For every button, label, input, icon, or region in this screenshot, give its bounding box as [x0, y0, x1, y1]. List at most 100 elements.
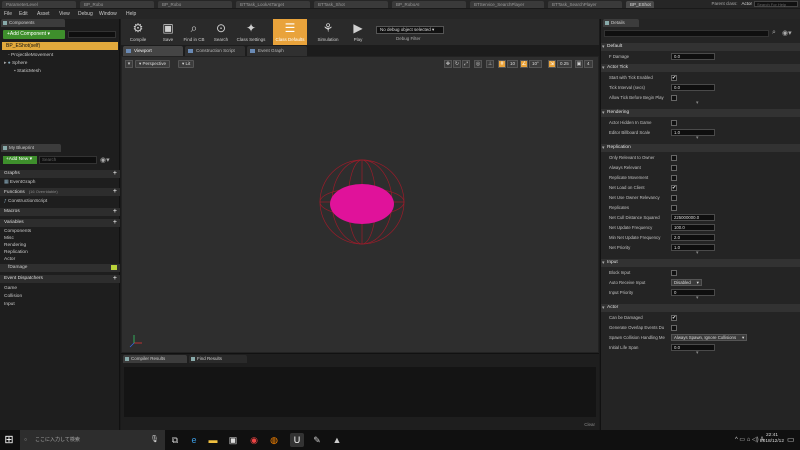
function-item[interactable]: ƒ ConstructionScript: [4, 198, 47, 205]
component-item[interactable]: ◦ ProjectileMovement: [8, 52, 53, 60]
functions-section-header[interactable]: Functions (16 Overridable) +: [0, 188, 120, 196]
menu-item-file[interactable]: File: [4, 9, 12, 19]
variable-group[interactable]: Rendering: [4, 242, 26, 249]
doc-tab[interactable]: BP_Robo: [158, 1, 232, 8]
menu-item-asset[interactable]: Asset: [37, 9, 50, 19]
property-checkbox[interactable]: [671, 195, 677, 201]
variable-group[interactable]: Components: [4, 228, 31, 235]
variables-section-header[interactable]: Variables +: [0, 219, 120, 227]
property-checkbox[interactable]: [671, 270, 677, 276]
add-macro-icon[interactable]: +: [113, 208, 117, 216]
microphone-icon[interactable]: 🎙: [150, 430, 159, 450]
property-field[interactable]: 1.0: [671, 244, 715, 251]
parent-class-value[interactable]: Actor: [741, 1, 752, 6]
menu-item-edit[interactable]: Edit: [19, 9, 28, 19]
details-section-header[interactable]: Actor: [601, 304, 800, 312]
store-icon[interactable]: ▣: [226, 433, 240, 447]
viewport[interactable]: ▾ ▾ Perspective ▾ Lit ✥ ↻ ⤢ ◎ ⊥ # 10 ∠ 1…: [121, 56, 599, 353]
property-checkbox[interactable]: [671, 120, 677, 126]
view-options-icon[interactable]: ◉▾: [100, 156, 110, 164]
add-new-button[interactable]: +Add New ▾: [3, 156, 37, 164]
class-defaults-button[interactable]: ☰ Class Defaults: [273, 19, 307, 45]
details-search-input[interactable]: [604, 30, 769, 37]
property-field[interactable]: 225000000.0: [671, 214, 715, 221]
details-section-header[interactable]: Actor Tick: [601, 64, 800, 72]
components-search-input[interactable]: [68, 31, 116, 38]
property-field[interactable]: 1.0: [671, 129, 715, 136]
advanced-expand-icon[interactable]: ▾: [696, 135, 699, 141]
property-checkbox[interactable]: [671, 95, 677, 101]
dispatcher-group[interactable]: Collision: [4, 293, 22, 300]
add-variable-icon[interactable]: +: [113, 219, 117, 227]
component-self-item[interactable]: BP_EShot(self): [2, 42, 118, 50]
simulation-button[interactable]: ⚘ Simulation: [313, 19, 343, 45]
variable-group[interactable]: Replication: [4, 249, 28, 256]
sphere-mesh[interactable]: [330, 184, 394, 224]
details-section-header[interactable]: Rendering: [601, 109, 800, 117]
search-button[interactable]: ⊙ Search: [206, 19, 236, 45]
advanced-expand-icon[interactable]: ▾: [696, 100, 699, 106]
event-dispatchers-section-header[interactable]: Event Dispatchers +: [0, 275, 120, 283]
windows-start-icon[interactable]: ⊞: [2, 433, 16, 447]
dispatcher-group[interactable]: Game: [4, 285, 17, 292]
taskbar-search-input[interactable]: ○ ここに入力して検索 🎙: [20, 430, 165, 450]
photos-icon[interactable]: ▲: [330, 433, 344, 447]
task-view-icon[interactable]: ⧉: [168, 433, 182, 447]
tab-viewport[interactable]: Viewport: [123, 46, 183, 56]
doc-tab[interactable]: BTTask_Shot: [314, 1, 388, 8]
chrome-icon[interactable]: ◉: [247, 433, 261, 447]
advanced-expand-icon[interactable]: ▾: [696, 350, 699, 356]
dispatcher-group[interactable]: Input: [4, 301, 15, 308]
property-dropdown[interactable]: Disabled: [671, 279, 702, 286]
doc-tab[interactable]: BTService_SearchPlayer: [470, 1, 544, 8]
debug-object-select[interactable]: No debug object selected ▾: [376, 26, 444, 34]
float-type-icon[interactable]: [111, 265, 117, 270]
property-field[interactable]: 0.0: [671, 344, 715, 351]
advanced-expand-icon[interactable]: ▾: [696, 295, 699, 301]
unreal-icon[interactable]: U: [290, 433, 304, 447]
property-checkbox[interactable]: ✔: [671, 185, 677, 191]
doc-tab[interactable]: ParameterLevel: [2, 1, 76, 8]
tab-event-graph[interactable]: Event Graph: [247, 46, 307, 56]
graphs-section-header[interactable]: Graphs +: [0, 170, 120, 178]
search-icon[interactable]: ⌕: [772, 29, 776, 37]
tab-find-results[interactable]: Find Results: [189, 355, 247, 363]
app-icon[interactable]: ✎: [310, 433, 324, 447]
property-field[interactable]: 0: [671, 289, 715, 296]
property-checkbox[interactable]: ✔: [671, 315, 677, 321]
doc-tab[interactable]: BTTask_SearchPlayer: [548, 1, 622, 8]
add-component-button[interactable]: +Add Component ▾: [3, 30, 65, 39]
notification-icon[interactable]: ▭: [787, 433, 797, 447]
clear-button[interactable]: Clear: [584, 422, 595, 427]
class-settings-button[interactable]: ✦ Class Settings: [234, 19, 268, 45]
property-dropdown[interactable]: Always Spawn, Ignore Collisions: [671, 334, 748, 341]
components-tab[interactable]: Components: [1, 19, 65, 27]
doc-tab[interactable]: BP_RoboAI: [392, 1, 466, 8]
details-section-header[interactable]: Default: [601, 43, 800, 51]
graph-item[interactable]: ▦ EventGraph: [4, 179, 35, 186]
details-section-header[interactable]: Input: [601, 259, 800, 267]
compile-button[interactable]: ⚙ Compile: [123, 19, 153, 45]
property-field[interactable]: 2.0: [671, 234, 715, 241]
clock[interactable]: 22:41 2018/12/12: [760, 433, 784, 445]
find-in-cb-button[interactable]: ⌕ Find in CB: [179, 19, 209, 45]
menu-item-help[interactable]: Help: [126, 9, 136, 19]
property-checkbox[interactable]: [671, 205, 677, 211]
tab-construction-script[interactable]: Construction Script: [185, 46, 245, 56]
property-checkbox[interactable]: ✔: [671, 75, 677, 81]
details-section-header[interactable]: Replication: [601, 144, 800, 152]
property-checkbox[interactable]: [671, 165, 677, 171]
component-item[interactable]: ▸ ● Sphere: [4, 60, 27, 68]
menu-item-debug[interactable]: Debug: [78, 9, 93, 19]
property-checkbox[interactable]: [671, 325, 677, 331]
doc-tab[interactable]: BTTask_LookAtTarget: [236, 1, 310, 8]
add-dispatcher-icon[interactable]: +: [113, 275, 117, 283]
variable-item[interactable]: fDamage: [0, 264, 120, 272]
tab-compiler-results[interactable]: Compiler Results: [123, 355, 187, 363]
add-graph-icon[interactable]: +: [113, 170, 117, 178]
variable-group[interactable]: Actor: [4, 256, 15, 263]
doc-tab-active[interactable]: BP_EShot: [626, 1, 654, 8]
advanced-expand-icon[interactable]: ▾: [696, 250, 699, 256]
property-checkbox[interactable]: [671, 155, 677, 161]
property-field[interactable]: 0.0: [671, 84, 715, 91]
